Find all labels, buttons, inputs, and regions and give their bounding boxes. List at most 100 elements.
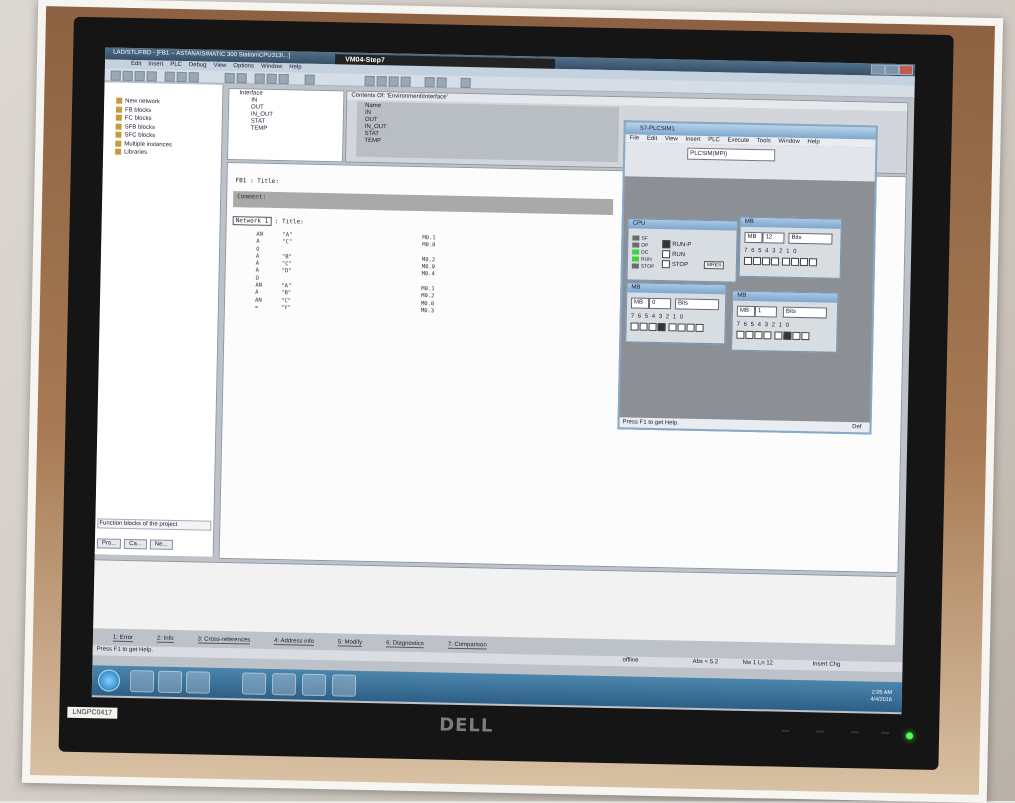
print-icon[interactable] <box>147 71 157 81</box>
media-player-icon[interactable] <box>186 671 210 693</box>
tab-info[interactable]: 2: Info <box>157 636 174 643</box>
stl-listing[interactable]: AN"A"M0.1A"C"M0.0OA"B"M0.2A"C"M0.0A"D"M0… <box>255 232 436 316</box>
contact-nc-icon[interactable] <box>389 76 399 86</box>
run-option[interactable]: RUN <box>662 250 685 258</box>
mb0-bit-boxes[interactable] <box>630 322 704 334</box>
menu-insert[interactable]: Insert <box>148 61 163 67</box>
led-dc: DC <box>641 250 648 256</box>
interface-item[interactable]: TEMP <box>229 124 343 133</box>
mb0-address[interactable]: 0 <box>649 298 671 309</box>
mb0-format[interactable]: Bits <box>675 298 719 310</box>
monitor: LAD/STL/FBD - [FB1 -- ASTANA\SIMATIC 300… <box>59 17 954 770</box>
window-title: LAD/STL/FBD - [FB1 -- ASTANA\SIMATIC 300… <box>113 50 290 60</box>
mb12-bit-boxes[interactable] <box>744 257 818 269</box>
plcsim-menu-window[interactable]: Window <box>778 139 799 145</box>
tab-cross-references[interactable]: 3: Cross-references <box>197 636 250 644</box>
menu-edit[interactable]: Edit <box>131 61 141 67</box>
coil-icon[interactable] <box>401 77 411 87</box>
contact-no-icon[interactable] <box>377 76 387 86</box>
mb1-area[interactable]: MB <box>737 306 755 317</box>
menu-window[interactable]: Window <box>261 64 282 70</box>
network-label[interactable]: Network 1 <box>233 216 272 226</box>
tab-error[interactable]: 1: Error <box>113 635 133 642</box>
plcsim-net-status: Def <box>852 422 862 432</box>
menu-help[interactable]: Help <box>289 64 301 70</box>
led-sf: SF <box>641 236 648 242</box>
monitor-button[interactable] <box>816 730 824 732</box>
mb1-bit-boxes[interactable] <box>736 331 810 343</box>
tab-address-info[interactable]: 4: Address info <box>274 638 314 646</box>
network-title[interactable]: : Title: <box>275 218 304 226</box>
overview-icon[interactable] <box>305 75 315 85</box>
paste-icon[interactable] <box>189 72 199 82</box>
details-window <box>93 559 896 645</box>
menu-plc[interactable]: PLC <box>170 62 182 68</box>
menu-options[interactable]: Options <box>233 63 254 69</box>
cut-icon[interactable] <box>165 72 175 82</box>
tab-modify[interactable]: 5: Modify <box>338 639 362 647</box>
close-button[interactable] <box>899 65 913 75</box>
plcsim-menu-insert[interactable]: Insert <box>685 137 700 143</box>
block-comment[interactable]: Comment: <box>233 191 613 215</box>
tab-comparison[interactable]: 7: Comparison <box>448 642 487 650</box>
branch-close-icon[interactable] <box>437 77 447 87</box>
stop-option[interactable]: STOP <box>662 260 688 269</box>
power-led[interactable] <box>906 732 913 739</box>
copy-icon[interactable] <box>177 72 187 82</box>
tab-call-structure[interactable]: Ca... <box>124 539 147 549</box>
lad-stl-fbd-icon[interactable] <box>272 673 296 695</box>
plcsim-menu-view[interactable]: View <box>665 136 678 142</box>
mb12-area[interactable]: MB <box>744 232 762 243</box>
ie-icon[interactable] <box>130 670 154 692</box>
monitor-brand-logo: DELL <box>439 715 494 737</box>
plcsim-connection-select[interactable]: PLCSIM(MPI) <box>687 148 775 162</box>
plcsim-menu-execute[interactable]: Execute <box>727 137 749 143</box>
branch-open-icon[interactable] <box>425 77 435 87</box>
mb0-area[interactable]: MB <box>631 297 649 308</box>
mres-button[interactable]: MRES <box>704 261 725 269</box>
start-button[interactable] <box>98 669 120 691</box>
menu-view[interactable]: View <box>213 63 226 69</box>
tab-new[interactable]: Ne... <box>150 539 173 549</box>
plcsim-menu-plc[interactable]: PLC <box>708 137 720 143</box>
menu-debug[interactable]: Debug <box>189 62 207 68</box>
help-pointer-icon[interactable] <box>461 78 471 88</box>
plcsim-menu-edit[interactable]: Edit <box>647 136 657 142</box>
minimize-button[interactable] <box>871 64 885 74</box>
pane-tabs: Pro... Ca... Ne... <box>97 538 174 550</box>
runp-option[interactable]: RUN-P <box>662 240 691 249</box>
mb1-address[interactable]: 1 <box>755 306 777 317</box>
plcsim-menu-tools[interactable]: Tools <box>757 138 771 144</box>
download-icon[interactable] <box>225 73 235 83</box>
mb1-format[interactable]: Bits <box>783 307 827 319</box>
mb12-format[interactable]: Bits <box>788 233 832 245</box>
fbd-view-icon[interactable] <box>279 74 289 84</box>
window-taskbar-icon[interactable] <box>332 674 356 696</box>
mb0-panel: MB MB 0 Bits 7 6 5 4 3 2 1 0 <box>625 282 726 344</box>
new-icon[interactable] <box>111 71 121 81</box>
mb12-address[interactable]: 12 <box>762 232 784 243</box>
system-clock[interactable]: 2:05 AM 4/4/2016 <box>870 690 892 704</box>
ladder-view-icon[interactable] <box>255 74 265 84</box>
tab-diagnostics[interactable]: 6: Diagnostics <box>386 640 424 648</box>
block-title[interactable]: FB1 : Title: <box>235 177 278 185</box>
monitor-button[interactable] <box>781 730 789 732</box>
maximize-button[interactable] <box>885 65 899 75</box>
monitor-button[interactable] <box>851 731 859 733</box>
mb1-title: MB <box>733 292 837 303</box>
tree-item-libraries[interactable]: Libraries <box>103 148 221 159</box>
stl-view-icon[interactable] <box>267 74 277 84</box>
simatic-manager-icon[interactable] <box>242 672 266 694</box>
network-icon[interactable] <box>365 76 375 86</box>
explorer-icon[interactable] <box>158 671 182 693</box>
vm-tab-label: VM04-Step7 <box>345 56 385 64</box>
photo-print: LAD/STL/FBD - [FB1 -- ASTANA\SIMATIC 300… <box>22 0 1003 803</box>
open-icon[interactable] <box>123 71 133 81</box>
tab-program-elements[interactable]: Pro... <box>97 538 122 549</box>
plcsim-menu-help[interactable]: Help <box>807 139 819 145</box>
save-icon[interactable] <box>135 71 145 81</box>
plcsim-menu-file[interactable]: File <box>629 135 639 141</box>
plcsim-taskbar-icon[interactable] <box>302 674 326 696</box>
monitor-button[interactable] <box>881 732 889 734</box>
monitor-icon[interactable] <box>237 73 247 83</box>
